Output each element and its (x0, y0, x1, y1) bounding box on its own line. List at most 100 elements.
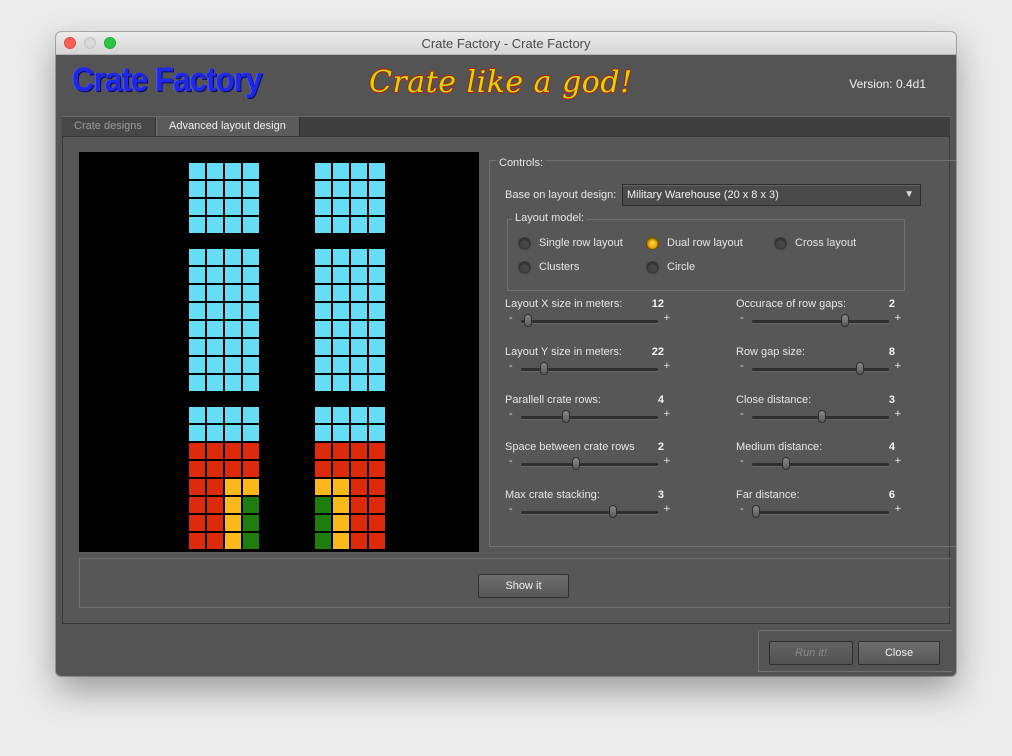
plus-icon[interactable]: + (664, 312, 670, 324)
plus-icon[interactable]: + (895, 503, 901, 515)
slider-thumb[interactable] (817, 410, 826, 423)
crate-cell (224, 302, 242, 320)
minus-icon[interactable]: - (740, 408, 744, 420)
crate-cell (332, 478, 350, 496)
crate-cell (206, 338, 224, 356)
plus-icon[interactable]: + (664, 360, 670, 372)
crate-cell (314, 180, 332, 198)
slider-track[interactable] (521, 320, 658, 323)
slider-track[interactable] (521, 463, 658, 466)
slider-thumb[interactable] (782, 457, 791, 470)
slider-value: 6 (888, 489, 895, 501)
radio-button[interactable] (774, 237, 787, 250)
minus-icon[interactable]: - (509, 312, 513, 324)
crate-cell (350, 478, 368, 496)
slider-track[interactable] (752, 368, 889, 371)
crate-cell (224, 478, 242, 496)
crate-cell (242, 460, 260, 478)
radio-button[interactable] (518, 261, 531, 274)
crate-cell (350, 216, 368, 234)
slider-track[interactable] (752, 320, 889, 323)
crate-cell (206, 180, 224, 198)
slider-track[interactable] (752, 511, 889, 514)
slider-thumb[interactable] (571, 457, 580, 470)
minus-icon[interactable]: - (740, 312, 744, 324)
crate-cell (224, 406, 242, 424)
plus-icon[interactable]: + (664, 455, 670, 467)
slider-thumb[interactable] (523, 314, 532, 327)
minus-icon[interactable]: - (740, 503, 744, 515)
plus-icon[interactable]: + (895, 408, 901, 420)
minus-icon[interactable]: - (509, 503, 513, 515)
crate-cell (368, 460, 386, 478)
crate-cell (224, 424, 242, 442)
radio-label: Cross layout (795, 237, 857, 249)
minus-icon[interactable]: - (740, 360, 744, 372)
crate-cell (224, 284, 242, 302)
crate-cell (188, 496, 206, 514)
crate-cell (368, 356, 386, 374)
crate-cell (242, 514, 260, 532)
crate-cell (350, 496, 368, 514)
minus-icon[interactable]: - (509, 360, 513, 372)
radio-button[interactable] (518, 237, 531, 250)
slider-value: 2 (888, 298, 895, 310)
run-it-button[interactable]: Run it! (769, 641, 853, 665)
tagline: Crate like a god! (369, 65, 633, 100)
slider-thumb[interactable] (540, 362, 549, 375)
radio-button[interactable] (646, 261, 659, 274)
crate-cell (242, 424, 260, 442)
slider-label: Max crate stacking: (505, 489, 600, 501)
layout-model-group (507, 219, 905, 291)
slider-track[interactable] (521, 416, 658, 419)
crate-cell (206, 496, 224, 514)
slider-value: 3 (657, 489, 664, 501)
plus-icon[interactable]: + (895, 312, 901, 324)
crate-cell (332, 284, 350, 302)
crate-cell (332, 216, 350, 234)
slider-thumb[interactable] (856, 362, 865, 375)
slider-track[interactable] (521, 511, 658, 514)
crate-cell (224, 162, 242, 180)
slider-value: 3 (888, 394, 895, 406)
radio-label: Clusters (539, 261, 580, 273)
tab-crate-designs[interactable]: Crate designs (62, 117, 156, 137)
minus-icon[interactable]: - (740, 455, 744, 467)
slider-group: Row gap size: 8 - + (736, 346, 901, 386)
close-button[interactable]: Close (858, 641, 940, 665)
radio-button[interactable] (646, 237, 659, 250)
crate-cell (368, 284, 386, 302)
slider-track[interactable] (752, 463, 889, 466)
plus-icon[interactable]: + (895, 360, 901, 372)
slider-value: 2 (657, 441, 664, 453)
slider-thumb[interactable] (752, 505, 761, 518)
tab-advanced-layout-design[interactable]: Advanced layout design (156, 117, 300, 137)
crate-cell (368, 424, 386, 442)
controls-legend: Controls: (497, 157, 546, 169)
crate-cell (242, 320, 260, 338)
base-layout-select[interactable]: Military Warehouse (20 x 8 x 3) ▼ (622, 184, 921, 206)
crate-cell (206, 406, 224, 424)
crate-cell (350, 198, 368, 216)
crate-cell (188, 406, 206, 424)
slider-thumb[interactable] (841, 314, 850, 327)
minus-icon[interactable]: - (509, 408, 513, 420)
show-it-button[interactable]: Show it (478, 574, 569, 598)
crate-cell (188, 216, 206, 234)
crate-cell (242, 266, 260, 284)
crate-cell (224, 180, 242, 198)
slider-group: Far distance: 6 - + (736, 489, 901, 529)
plus-icon[interactable]: + (664, 503, 670, 515)
crate-cell (314, 284, 332, 302)
crate-cell (242, 248, 260, 266)
crate-cell (242, 356, 260, 374)
plus-icon[interactable]: + (664, 408, 670, 420)
chevron-down-icon: ▼ (904, 189, 914, 200)
slider-thumb[interactable] (562, 410, 571, 423)
minus-icon[interactable]: - (509, 455, 513, 467)
crate-cell (314, 424, 332, 442)
plus-icon[interactable]: + (895, 455, 901, 467)
window-title: Crate Factory - Crate Factory (421, 36, 591, 51)
crate-cell (206, 356, 224, 374)
slider-thumb[interactable] (608, 505, 617, 518)
